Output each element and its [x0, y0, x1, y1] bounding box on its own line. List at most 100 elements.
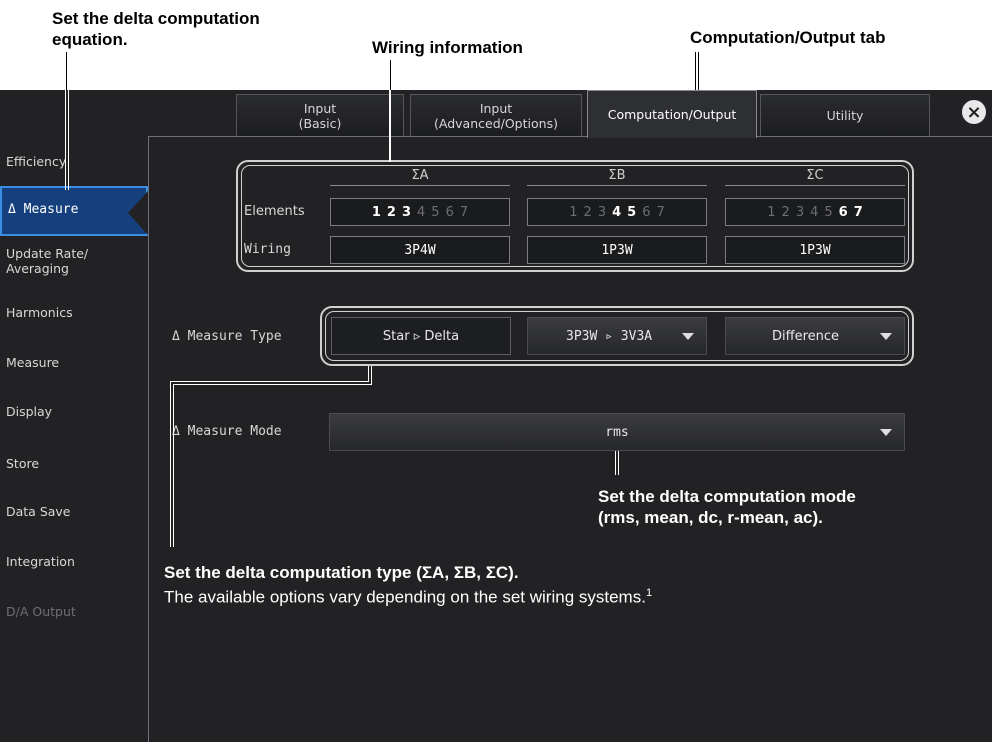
- leader-mode-a: [615, 451, 616, 475]
- element-digit-1: 1: [371, 204, 381, 220]
- group-header-sigma-c: ΣC: [806, 168, 824, 183]
- element-digit-3: 3: [795, 204, 805, 220]
- active-indicator-notch: [128, 191, 148, 235]
- row-label-wiring: Wiring: [244, 242, 291, 257]
- callout-tab-info: Computation/Output tab: [690, 28, 886, 47]
- sidebar-item-integration[interactable]: Integration: [6, 554, 75, 569]
- elements-cell-b: 1234567: [527, 198, 707, 226]
- leader-equation-top: [66, 52, 67, 90]
- sidebar-item-update-rate[interactable]: Update Rate/ Averaging: [6, 246, 88, 276]
- element-digit-4: 4: [810, 204, 819, 220]
- callout-type-footnote: 1: [645, 587, 653, 599]
- instrument-screen: Input (Basic) Input (Advanced/Options) C…: [0, 90, 992, 742]
- wiring-cell-a: 3P4W: [330, 236, 510, 264]
- sidebar-item-update-rate-line1: Update Rate/: [6, 246, 89, 261]
- callout-mode-line1: Set the delta computation mode: [598, 487, 856, 506]
- element-digit-7: 7: [656, 204, 665, 220]
- element-digit-1: 1: [767, 204, 776, 220]
- leader-type-v4: [173, 384, 174, 547]
- callout-type-bold: Set the delta computation type (ΣA, ΣB, …: [164, 563, 519, 582]
- leader-tab-top-right: [698, 52, 699, 92]
- difference-select[interactable]: Difference: [725, 317, 905, 355]
- close-icon[interactable]: ×: [962, 100, 986, 124]
- leader-equation-inscreen-a: [65, 90, 66, 190]
- element-digit-6: 6: [838, 204, 848, 220]
- element-digit-5: 5: [824, 204, 833, 220]
- element-digit-5: 5: [431, 204, 440, 220]
- leader-type-v1: [368, 366, 369, 382]
- callout-type-plain-text: The available options vary depending on …: [164, 587, 646, 607]
- conversion-select[interactable]: 3P3W ▹ 3V3A: [527, 317, 707, 355]
- element-digit-2: 2: [386, 204, 396, 220]
- elements-cell-a: 1234567: [330, 198, 510, 226]
- element-digit-7: 7: [853, 204, 863, 220]
- leader-type-h1: [170, 381, 369, 382]
- leader-type-v2: [371, 366, 372, 385]
- tab-input-basic-line1: Input: [303, 100, 337, 116]
- measure-mode-label: Δ Measure Mode: [172, 424, 282, 439]
- sidebar-item-display[interactable]: Display: [6, 404, 52, 419]
- tab-input-basic[interactable]: Input (Basic): [236, 94, 404, 136]
- wiring-cell-c: 1P3W: [725, 236, 905, 264]
- element-digit-3: 3: [597, 204, 607, 220]
- sidebar-item-efficiency[interactable]: Efficiency: [6, 154, 66, 169]
- callout-equation: Set the delta computation equation.: [52, 8, 260, 50]
- sidebar-item-data-save[interactable]: Data Save: [6, 504, 71, 519]
- tab-computation-output[interactable]: Computation/Output: [587, 90, 757, 138]
- close-glyph: ×: [966, 101, 982, 123]
- sidebar-item-da-output: D/A Output: [6, 604, 76, 619]
- tab-divider: [148, 136, 992, 137]
- row-label-elements: Elements: [244, 204, 305, 219]
- star-delta-label: Star ▹ Delta: [382, 328, 460, 344]
- chevron-down-icon: [880, 333, 892, 340]
- measure-type-label: Δ Measure Type: [172, 329, 282, 344]
- group-rule-b: [527, 185, 707, 186]
- element-digit-4: 4: [417, 204, 426, 220]
- group-header-sigma-b: ΣB: [608, 168, 626, 183]
- tab-utility[interactable]: Utility: [760, 94, 930, 136]
- element-digit-1: 1: [569, 204, 578, 220]
- wiring-cell-b: 1P3W: [527, 236, 707, 264]
- tab-input-advanced-line1: Input: [479, 100, 513, 116]
- element-digit-6: 6: [445, 204, 454, 220]
- tab-input-advanced-line2: (Advanced/Options): [434, 115, 558, 131]
- conversion-label: 3P3W ▹ 3V3A: [566, 328, 653, 344]
- element-digit-2: 2: [781, 204, 790, 220]
- leader-equation-inscreen-b: [68, 90, 69, 190]
- difference-label: Difference: [772, 328, 840, 344]
- callout-equation-line2: equation.: [52, 30, 128, 49]
- elements-digits-c: 1234567: [764, 205, 866, 220]
- callout-mode-line2: (rms, mean, dc, r-mean, ac).: [598, 508, 823, 527]
- element-digit-6: 6: [642, 204, 651, 220]
- group-rule-c: [725, 185, 905, 186]
- sidebar-item-delta-measure[interactable]: Δ Measure: [0, 186, 148, 236]
- group-rule-a: [330, 185, 510, 186]
- tab-input-basic-line2: (Basic): [298, 115, 342, 131]
- element-digit-3: 3: [401, 204, 411, 220]
- leader-type-h2: [173, 384, 372, 385]
- measure-mode-select[interactable]: rms: [329, 413, 905, 451]
- leader-wiring-top: [390, 60, 391, 90]
- sidebar-item-delta-measure-label: Δ Measure: [8, 202, 79, 217]
- element-digit-2: 2: [583, 204, 592, 220]
- callout-wiring-info: Wiring information: [372, 38, 523, 57]
- element-digit-4: 4: [612, 204, 622, 220]
- elements-cell-c: 1234567: [725, 198, 905, 226]
- tab-input-advanced[interactable]: Input (Advanced/Options): [410, 94, 582, 136]
- tab-utility-label: Utility: [826, 108, 864, 123]
- leader-mode-b: [618, 451, 619, 475]
- tab-computation-output-label: Computation/Output: [607, 107, 737, 122]
- sidebar-item-update-rate-line2: Averaging: [6, 261, 69, 276]
- leader-tab-top-left: [695, 52, 696, 90]
- leader-type-v3: [170, 381, 171, 547]
- element-digit-7: 7: [459, 204, 469, 220]
- callout-equation-line1: Set the delta computation: [52, 9, 260, 28]
- elements-digits-a: 1234567: [369, 205, 471, 220]
- measure-mode-value: rms: [605, 424, 629, 440]
- chevron-down-icon: [682, 333, 694, 340]
- sidebar-item-store[interactable]: Store: [6, 456, 39, 471]
- callout-mode: Set the delta computation mode (rms, mea…: [598, 486, 856, 528]
- sidebar-item-measure[interactable]: Measure: [6, 355, 59, 370]
- sidebar-item-harmonics[interactable]: Harmonics: [6, 305, 73, 320]
- element-digit-5: 5: [627, 204, 637, 220]
